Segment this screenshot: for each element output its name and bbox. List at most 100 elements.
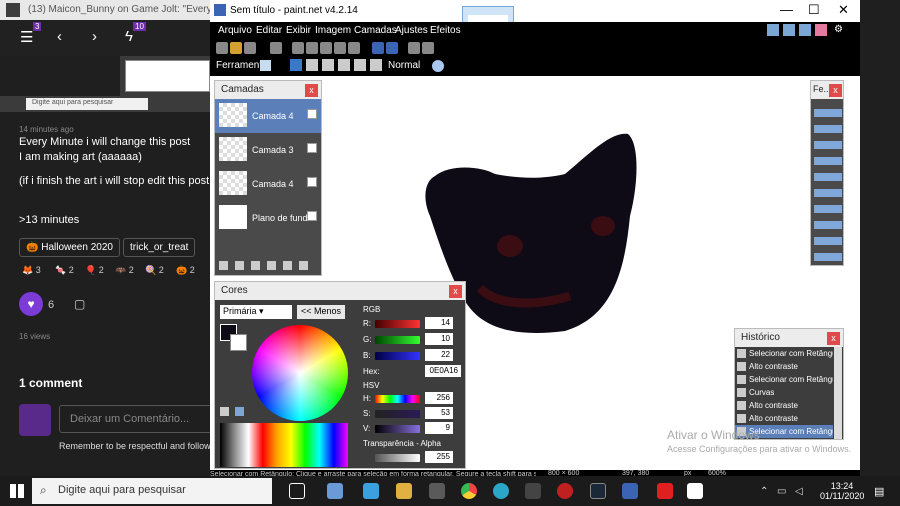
layer-visibility-checkbox[interactable] bbox=[307, 177, 317, 187]
reaction-2[interactable]: 🍬 2 bbox=[55, 265, 74, 276]
selection-intersect-icon[interactable] bbox=[338, 59, 350, 71]
reaction-3[interactable]: 🎈 2 bbox=[85, 265, 104, 276]
blue-slider[interactable] bbox=[375, 352, 420, 360]
selection-invert-icon[interactable] bbox=[354, 59, 366, 71]
post-media-thumbnail[interactable] bbox=[120, 56, 215, 96]
redo-icon[interactable] bbox=[386, 42, 398, 54]
comment-input[interactable]: Deixar um Comentário... bbox=[59, 405, 219, 433]
value-slider[interactable] bbox=[375, 425, 420, 433]
open-file-icon[interactable] bbox=[230, 42, 242, 54]
add-layer-icon[interactable] bbox=[219, 261, 228, 270]
antialias-icon[interactable] bbox=[432, 60, 444, 72]
layers-toggle-icon[interactable] bbox=[799, 24, 811, 36]
back-arrow-icon[interactable]: ‹ bbox=[57, 28, 62, 45]
green-slider[interactable] bbox=[375, 336, 420, 344]
tool-picker-icon[interactable] bbox=[260, 60, 271, 71]
edge-icon[interactable] bbox=[493, 483, 509, 499]
tools-close-icon[interactable]: x bbox=[829, 84, 842, 97]
history-toggle-icon[interactable] bbox=[783, 24, 795, 36]
layer-row[interactable]: Plano de fundo bbox=[215, 201, 321, 235]
layer-row[interactable]: Camada 4 bbox=[215, 99, 321, 133]
history-item[interactable]: Alto contraste bbox=[735, 412, 833, 425]
layers-close-icon[interactable]: x bbox=[305, 84, 318, 97]
tray-chevron-icon[interactable]: ⌃ bbox=[760, 486, 768, 497]
clock[interactable]: 13:24 01/11/2020 bbox=[820, 481, 864, 501]
hamburger-menu-icon[interactable]: ☰ bbox=[20, 28, 33, 46]
app3-icon[interactable] bbox=[557, 483, 573, 499]
layer-visibility-checkbox[interactable] bbox=[307, 143, 317, 153]
hue-value-input[interactable]: 256 bbox=[425, 392, 453, 404]
like-button[interactable]: ♥ bbox=[19, 292, 43, 316]
user-avatar[interactable] bbox=[19, 404, 51, 436]
deselect-icon[interactable] bbox=[348, 42, 360, 54]
menu-editar[interactable]: Editar bbox=[256, 25, 282, 36]
maximize-icon[interactable]: ☐ bbox=[808, 2, 820, 18]
notifications-icon[interactable]: ▤ bbox=[874, 485, 884, 498]
palette-menu-icon[interactable] bbox=[235, 407, 244, 416]
history-item[interactable]: Selecionar com Retângulo bbox=[735, 347, 833, 360]
menu-imagem[interactable]: Imagem bbox=[315, 25, 351, 36]
hex-input[interactable]: 0E0A16 bbox=[425, 365, 461, 377]
hue-slider[interactable] bbox=[375, 395, 420, 403]
delete-layer-icon[interactable] bbox=[235, 261, 244, 270]
cut-icon[interactable] bbox=[292, 42, 304, 54]
volume-icon[interactable]: ◁ bbox=[795, 486, 803, 497]
less-button[interactable]: << Menos bbox=[297, 305, 345, 319]
store-icon[interactable] bbox=[327, 483, 343, 499]
red-slider[interactable] bbox=[375, 320, 420, 328]
new-file-icon[interactable] bbox=[216, 42, 228, 54]
copy-icon[interactable] bbox=[306, 42, 318, 54]
reaction-1[interactable]: 🦊 3 bbox=[22, 265, 41, 276]
duplicate-layer-icon[interactable] bbox=[251, 261, 260, 270]
colors-toggle-icon[interactable] bbox=[815, 24, 827, 36]
activity-bolt-icon[interactable]: ϟ bbox=[125, 28, 133, 45]
app2-icon[interactable] bbox=[525, 483, 541, 499]
history-item[interactable]: Selecionar com Retângulo bbox=[735, 373, 833, 386]
color-palette[interactable] bbox=[220, 423, 348, 467]
save-icon[interactable] bbox=[244, 42, 256, 54]
network-icon[interactable]: ▭ bbox=[777, 486, 786, 497]
print-icon[interactable] bbox=[270, 42, 282, 54]
steam-icon[interactable] bbox=[590, 483, 606, 499]
grid-icon[interactable] bbox=[408, 42, 420, 54]
selection-exclude-icon[interactable] bbox=[322, 59, 334, 71]
layer-properties-icon[interactable] bbox=[299, 261, 308, 270]
forward-arrow-icon[interactable]: › bbox=[92, 28, 97, 45]
tag-trick-or-treat[interactable]: trick_or_treat bbox=[123, 238, 196, 257]
secondary-color-swatch[interactable] bbox=[230, 334, 247, 351]
reaction-6[interactable]: 🎃 2 bbox=[176, 265, 195, 276]
layer-row[interactable]: Camada 4 bbox=[215, 167, 321, 201]
menu-camadas[interactable]: Camadas bbox=[354, 25, 397, 36]
layer-visibility-checkbox[interactable] bbox=[307, 211, 317, 221]
move-layer-up-icon[interactable] bbox=[283, 261, 292, 270]
menu-ajustes[interactable]: Ajustes bbox=[395, 25, 428, 36]
saturation-value-input[interactable]: 53 bbox=[425, 407, 453, 419]
menu-exibir[interactable]: Exibir bbox=[286, 25, 311, 36]
color-mode-select[interactable]: Primária ▾ bbox=[220, 305, 292, 319]
reaction-4[interactable]: 🦇 2 bbox=[115, 265, 134, 276]
task-view-icon[interactable] bbox=[289, 483, 305, 499]
crop-icon[interactable] bbox=[334, 42, 346, 54]
menu-arquivo[interactable]: Arquivo bbox=[218, 25, 252, 36]
settings-gear-icon[interactable]: ⚙ bbox=[834, 24, 846, 36]
app-icon[interactable] bbox=[429, 483, 445, 499]
layer-visibility-checkbox[interactable] bbox=[307, 109, 317, 119]
history-item[interactable]: Curvas bbox=[735, 386, 833, 399]
minimize-icon[interactable]: — bbox=[780, 2, 793, 17]
color-wheel[interactable] bbox=[252, 325, 348, 421]
history-close-icon[interactable]: x bbox=[827, 332, 840, 345]
tag-halloween[interactable]: 🎃 Halloween 2020 bbox=[19, 238, 120, 257]
paintnet-taskbar-icon[interactable] bbox=[622, 483, 638, 499]
blue-value-input[interactable]: 22 bbox=[425, 349, 453, 361]
history-scrollbar[interactable] bbox=[834, 347, 842, 439]
windows-start-icon[interactable] bbox=[10, 484, 24, 498]
blend-mode-select[interactable]: Normal bbox=[388, 60, 420, 71]
green-value-input[interactable]: 10 bbox=[425, 333, 453, 345]
alpha-slider[interactable] bbox=[375, 454, 420, 462]
reaction-5[interactable]: 🍭 2 bbox=[145, 265, 164, 276]
comment-icon[interactable]: ▢ bbox=[74, 297, 85, 311]
roblox-icon[interactable] bbox=[657, 483, 673, 499]
browser-tab[interactable]: (13) Maicon_Bunny on Game Jolt: "Every M… bbox=[0, 0, 215, 20]
undo-icon[interactable] bbox=[372, 42, 384, 54]
chrome-icon[interactable] bbox=[461, 483, 477, 499]
